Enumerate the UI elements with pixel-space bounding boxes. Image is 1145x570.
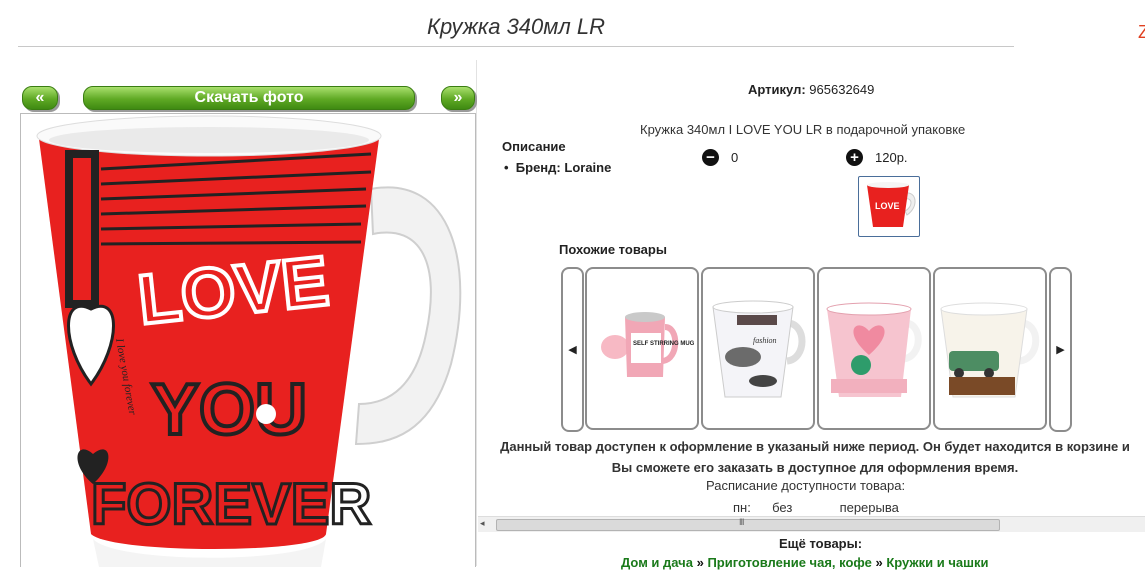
schedule-row: пн: без перерыва: [733, 500, 899, 515]
mug-you-text: YOU: [151, 370, 307, 450]
fashion-label: fashion: [753, 336, 777, 345]
similar-item[interactable]: SELF STIRRING MUG: [585, 267, 699, 430]
product-photo[interactable]: LOVE YOU FOREVER I love you forever: [20, 113, 476, 567]
pink-heart-mug-image: [826, 302, 922, 397]
plus-icon[interactable]: +: [846, 149, 863, 166]
product-full-name: Кружка 340мл I LOVE YOU LR в подарочной …: [640, 122, 966, 137]
similar-item[interactable]: [817, 267, 931, 430]
crumb-tea-coffee[interactable]: Приготовление чая, кофе: [707, 555, 871, 570]
column-divider: [476, 60, 477, 566]
price-block: + 120р.: [846, 149, 908, 166]
download-photo-button[interactable]: Скачать фото: [83, 86, 415, 110]
brand-label: Бренд:: [515, 160, 561, 175]
schedule-break: перерыва: [839, 500, 899, 515]
schedule-label: Расписание доступности товара:: [706, 478, 906, 493]
skip-forward-icon: ▶: [1056, 344, 1065, 356]
car-mug-image: [940, 302, 1040, 398]
similar-item[interactable]: fashion: [701, 267, 815, 430]
bullet-icon: •: [504, 160, 513, 175]
self-stirring-mug-image: SELF STIRRING MUG: [601, 312, 695, 377]
category-breadcrumb: Дом и дача » Приготовление чая, кофе » К…: [621, 555, 988, 570]
crumb-separator: »: [875, 555, 883, 570]
skip-back-icon: ◀: [568, 344, 577, 356]
mug-forever-text: FOREVER: [91, 472, 371, 537]
similar-prev-button[interactable]: ◀: [561, 267, 584, 432]
sku-value: 965632649: [809, 82, 875, 97]
horizontal-scrollbar[interactable]: ◂ III: [478, 516, 1145, 532]
corner-mark: Z: [1138, 22, 1145, 42]
brand-value: Loraine: [564, 160, 612, 175]
scrollbar-grip: III: [739, 517, 744, 527]
fashion-mug-image: fashion: [712, 300, 806, 398]
quantity-value: 0: [731, 150, 739, 165]
similar-heading: Похожие товары: [559, 242, 667, 257]
crumb-separator: »: [696, 555, 704, 570]
scrollbar-thumb[interactable]: III: [496, 517, 1000, 531]
similar-next-button[interactable]: ▶: [1049, 267, 1072, 432]
description-heading: Описание: [502, 139, 566, 154]
thumb-mug-image: LOVE: [867, 182, 916, 227]
more-products-heading: Ещё товары:: [779, 536, 863, 551]
crumb-mugs-cups[interactable]: Кружки и чашки: [886, 555, 988, 570]
scroll-left-icon[interactable]: ◂: [480, 518, 485, 529]
crumb-home-garden[interactable]: Дом и дача: [621, 555, 693, 570]
availability-notice: Данный товар доступен к оформление в ука…: [500, 439, 1130, 475]
thumb-mug-text: LOVE: [875, 201, 900, 211]
sku-label: Артикул:: [748, 82, 806, 97]
mug-illustration: LOVE YOU FOREVER I love you forever: [36, 115, 462, 567]
brand-item: • Бренд: Loraine: [504, 160, 611, 175]
sku: Артикул: 965632649: [748, 82, 874, 97]
similar-item[interactable]: [933, 267, 1047, 430]
next-photo-button[interactable]: »: [441, 86, 475, 110]
minus-icon[interactable]: −: [702, 149, 719, 166]
price-value: 120р.: [875, 150, 908, 165]
schedule-no-break: без: [772, 500, 793, 515]
quantity-stepper: − 0: [702, 149, 738, 166]
product-thumbnail[interactable]: LOVE: [858, 176, 920, 237]
schedule-day: пн:: [733, 500, 751, 515]
prev-photo-button[interactable]: «: [22, 86, 58, 110]
self-stirring-label: SELF STIRRING MUG: [633, 341, 695, 347]
page-title: Кружка 340мл LR: [18, 14, 1014, 47]
